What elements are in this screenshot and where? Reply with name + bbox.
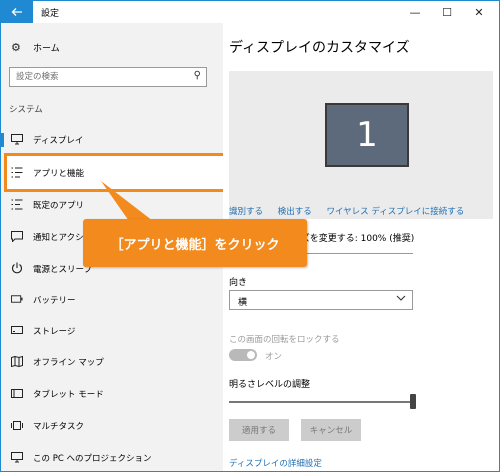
brightness-slider-track[interactable] [229,401,413,403]
apps-list-icon [11,166,23,178]
sidebar-item-offline-maps[interactable]: オフライン マップ [1,351,223,373]
monitor-tile[interactable]: 1 [325,103,409,167]
orientation-dropdown[interactable]: 横 [229,290,413,310]
apply-button[interactable]: 適用する [229,419,289,441]
monitor-number: 1 [356,115,378,155]
battery-icon [11,293,23,305]
default-apps-icon [11,198,23,210]
sidebar-item-apps-features[interactable]: アプリと機能 [1,162,223,184]
cancel-button-label: キャンセル [309,426,353,436]
sidebar-item-display[interactable]: ディスプレイ [1,129,223,151]
power-icon [11,262,23,274]
apply-button-label: 適用する [241,426,276,436]
sidebar-item-label: タブレット モード [33,390,104,400]
home-label: ホーム [33,43,60,54]
sidebar-item-tablet-mode[interactable]: タブレット モード [1,383,223,405]
display-links: 識別する 検出する ワイヤレス ディスプレイに接続する [229,205,476,217]
search-input[interactable] [16,70,186,84]
sidebar-item-battery[interactable]: バッテリー [1,289,223,311]
detect-link[interactable]: 検出する [278,207,312,217]
close-icon: ✕ [474,5,484,19]
sidebar-item-home[interactable]: ⚙ ホーム [1,37,223,57]
sidebar-item-storage[interactable]: ストレージ [1,320,223,342]
wireless-display-link[interactable]: ワイヤレス ディスプレイに接続する [326,207,464,217]
sidebar-item-projection[interactable]: この PC へのプロジェクション [1,447,223,469]
tablet-icon [11,387,23,399]
sidebar-item-label: バッテリー [33,296,76,306]
maximize-button[interactable]: ☐ [431,1,463,23]
back-button[interactable] [1,1,33,23]
brightness-label: 明るさレベルの調整 [229,380,311,390]
brightness-slider-thumb[interactable] [410,394,416,409]
identify-link[interactable]: 識別する [229,207,263,217]
search-field[interactable]: ⚲ [9,67,207,87]
projection-icon [11,451,23,463]
back-arrow-icon [11,8,22,16]
sidebar-item-label: この PC へのプロジェクション [33,454,152,464]
title-bar: 設定 — ☐ ✕ [1,1,499,23]
gear-icon: ⚙ [11,40,21,54]
section-heading: システム [9,105,43,115]
storage-icon [11,324,23,336]
map-icon [11,355,23,367]
instruction-callout: ［アプリと機能］をクリック [83,219,307,267]
search-icon[interactable]: ⚲ [194,70,201,81]
rotation-lock-label: この画面の回転をロックする [229,335,340,345]
sidebar-item-label: オフライン マップ [33,358,104,368]
orientation-label: 向き [229,278,248,288]
sidebar-item-label: ディスプレイ [33,136,84,146]
maximize-icon: ☐ [442,5,452,19]
sidebar-item-label: ストレージ [33,327,76,337]
rotation-lock-toggle[interactable] [229,349,257,361]
sidebar-item-label: マルチタスク [33,422,85,432]
advanced-display-link[interactable]: ディスプレイの詳細設定 [229,457,322,469]
chevron-down-icon [396,294,406,305]
multitask-icon [11,419,23,431]
sidebar-item-default-apps[interactable]: 既定のアプリ [1,194,223,216]
minimize-button[interactable]: — [399,1,431,23]
toggle-knob [247,351,255,359]
settings-window: 設定 — ☐ ✕ ⚙ ホーム ⚲ システム ディスプレイ アプリと機能 [0,0,500,472]
notification-icon [11,230,23,242]
display-preview: 1 [229,71,493,219]
page-title: ディスプレイのカスタマイズ [229,40,410,56]
minimize-icon: — [409,5,421,19]
sidebar-item-label: 既定のアプリ [33,201,85,211]
toggle-state-label: オン [265,352,283,362]
close-button[interactable]: ✕ [463,1,495,23]
sidebar-item-label: アプリと機能 [33,169,85,179]
orientation-value: 横 [238,298,248,308]
monitor-icon [11,133,23,145]
window-title: 設定 [41,9,60,19]
callout-text: ［アプリと機能］をクリック [110,237,280,253]
sidebar-item-multitasking[interactable]: マルチタスク [1,415,223,437]
cancel-button[interactable]: キャンセル [301,419,361,441]
